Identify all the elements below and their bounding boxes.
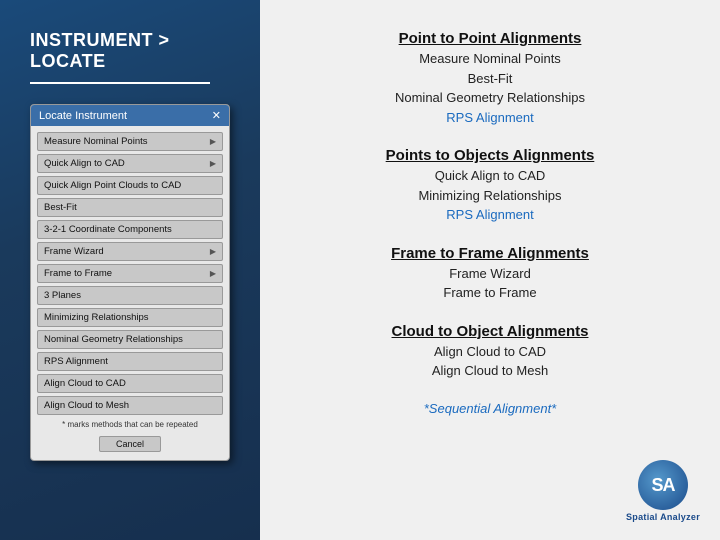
locate-instrument-dialog: Locate Instrument ✕ Measure Nominal Poin… [30, 104, 230, 461]
list-item[interactable]: Measure Nominal Points▶ [37, 132, 223, 151]
section-item: Align Cloud to Mesh [432, 361, 548, 381]
rps-highlight: RPS Alignment [446, 108, 533, 128]
point-to-point-heading: Point to Point Alignments [399, 30, 582, 47]
list-item[interactable]: Quick Align to CAD▶ [37, 154, 223, 173]
sa-logo: SA Spatial Analyzer [626, 460, 700, 522]
dialog-footer: * marks methods that can be repeated [37, 418, 223, 433]
sa-logo-circle: SA [638, 460, 688, 510]
section-item: Minimizing Relationships [418, 186, 561, 206]
left-panel: INSTRUMENT > LOCATE Locate Instrument ✕ … [0, 0, 260, 540]
sequential-label: *Sequential Alignment* [424, 401, 557, 416]
arrow-icon: ▶ [210, 269, 216, 278]
list-item[interactable]: Frame Wizard▶ [37, 242, 223, 261]
list-item[interactable]: RPS Alignment [37, 352, 223, 371]
section-item: Measure Nominal Points [419, 49, 561, 69]
sa-logo-text: SA [651, 475, 674, 496]
cancel-button[interactable]: Cancel [99, 436, 161, 452]
rps-highlight: RPS Alignment [446, 205, 533, 225]
dialog-titlebar: Locate Instrument ✕ [31, 105, 229, 126]
points-to-objects-heading: Points to Objects Alignments [386, 147, 595, 164]
title-underline [30, 82, 210, 84]
section-item: Frame to Frame [443, 283, 536, 303]
arrow-icon: ▶ [210, 159, 216, 168]
list-item[interactable]: Nominal Geometry Relationships [37, 330, 223, 349]
list-item[interactable]: 3 Planes [37, 286, 223, 305]
dialog-body: Measure Nominal Points▶ Quick Align to C… [31, 126, 229, 460]
dialog-title: Locate Instrument [39, 110, 127, 122]
frame-to-frame-section: Frame to Frame Alignments Frame Wizard F… [290, 245, 690, 303]
cloud-to-object-section: Cloud to Object Alignments Align Cloud t… [290, 323, 690, 381]
right-panel: Point to Point Alignments Measure Nomina… [260, 0, 720, 540]
sequential-section: *Sequential Alignment* [290, 401, 690, 416]
arrow-icon: ▶ [210, 137, 216, 146]
list-item[interactable]: Minimizing Relationships [37, 308, 223, 327]
section-item: Best-Fit [468, 69, 513, 89]
instrument-title: INSTRUMENT > LOCATE [30, 30, 240, 72]
list-item[interactable]: Align Cloud to Mesh [37, 396, 223, 415]
list-item[interactable]: Best-Fit [37, 198, 223, 217]
point-to-point-section: Point to Point Alignments Measure Nomina… [290, 30, 690, 127]
close-icon[interactable]: ✕ [212, 109, 221, 122]
list-item[interactable]: Align Cloud to CAD [37, 374, 223, 393]
points-to-objects-section: Points to Objects Alignments Quick Align… [290, 147, 690, 225]
list-item[interactable]: Quick Align Point Clouds to CAD [37, 176, 223, 195]
cloud-to-object-heading: Cloud to Object Alignments [392, 323, 589, 340]
frame-to-frame-heading: Frame to Frame Alignments [391, 245, 589, 262]
section-item: Align Cloud to CAD [434, 342, 546, 362]
section-item: Quick Align to CAD [435, 166, 546, 186]
arrow-icon: ▶ [210, 247, 216, 256]
list-item[interactable]: Frame to Frame▶ [37, 264, 223, 283]
list-item[interactable]: 3-2-1 Coordinate Components [37, 220, 223, 239]
sa-logo-subtext: Spatial Analyzer [626, 512, 700, 522]
section-item: Nominal Geometry Relationships [395, 88, 585, 108]
section-item: Frame Wizard [449, 264, 531, 284]
